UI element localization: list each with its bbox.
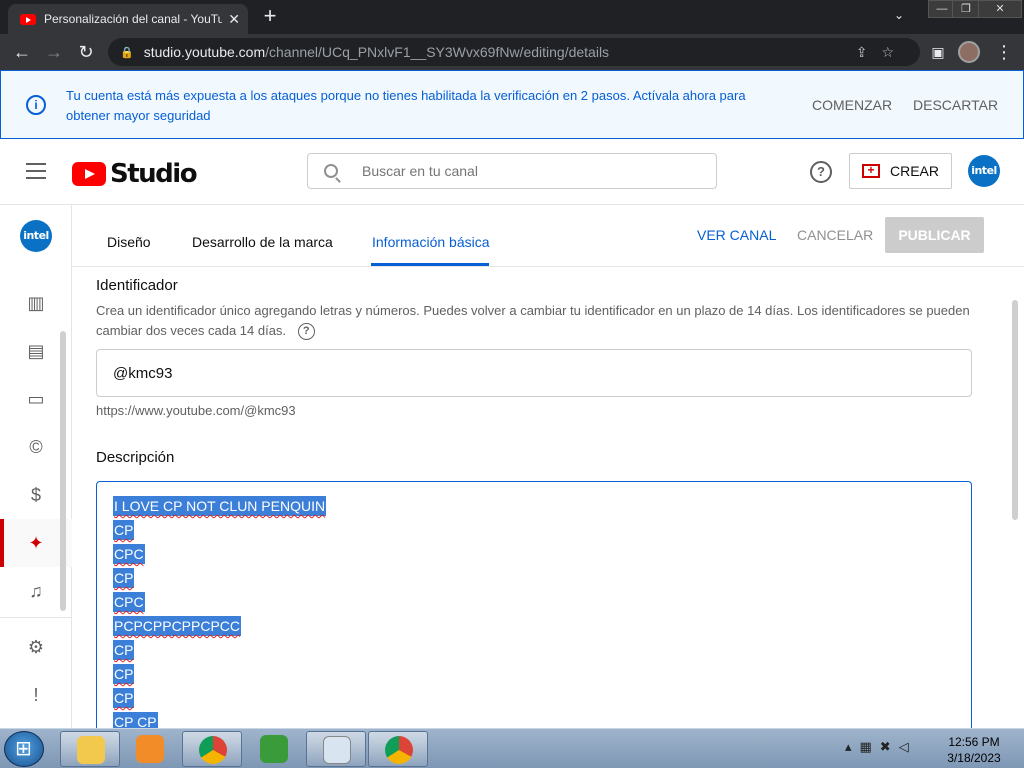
security-banner: i Tu cuenta está más expuesta a los ataq… [0,70,1024,139]
banner-message: Tu cuenta está más expuesta a los ataque… [66,88,746,123]
customization-wand-icon[interactable]: ✦ [22,529,50,557]
publish-button[interactable]: PUBLICAR [885,217,984,253]
forward-arrow-icon[interactable]: → [42,40,66,64]
search-icon [324,164,338,178]
system-tray-icons[interactable]: ▴▦✖◁ [845,739,917,755]
handle-input[interactable] [113,364,955,382]
dismiss-button[interactable]: DESCARTAR [913,97,998,113]
taskbar-media-player[interactable] [120,731,180,767]
description-line: CP CP [113,710,955,728]
share-and-bookmark-icons[interactable]: ⇪☆ [856,44,908,61]
taskbar-chrome-profile[interactable] [368,731,428,767]
tab-layout[interactable]: Diseño [107,234,151,250]
description-line: CP [113,664,135,684]
clock-time: 12:56 PM [948,735,1000,749]
start-button[interactable]: COMENZAR [812,97,892,113]
handle-title: Identificador [96,277,178,294]
search-bar[interactable] [307,153,717,189]
description-textarea[interactable]: I LOVE CP NOT CLUN PENQUIN CP CPC CP CPC… [96,481,972,728]
tab-close-icon[interactable]: ✕ [228,11,240,28]
basic-info-panel: Identificador Crea un identificador únic… [72,267,1024,728]
description-line: CP [113,568,135,588]
youtube-logo-icon [72,162,106,186]
chrome-icon [385,736,413,764]
help-question-icon[interactable]: ? [297,323,315,341]
new-tab-button[interactable]: + [258,4,282,28]
close-window-button[interactable]: ✕ [978,0,1022,18]
media-player-icon [136,735,164,763]
settings-gear-icon[interactable]: ⚙ [22,633,50,661]
csharp-icon [260,735,288,763]
create-video-icon: + [861,164,880,178]
info-icon: i [26,95,46,115]
url-host: studio.youtube.com [143,44,266,60]
feedback-icon[interactable]: ! [22,681,50,709]
kebab-menu-icon[interactable]: ⋮ [992,40,1016,64]
account-avatar[interactable]: intel [968,155,1000,187]
description-line: I LOVE CP NOT CLUN PENQUIN [113,496,327,516]
windows-taskbar: ▴▦✖◁ 12:56 PM 3/18/2023 [0,728,1024,768]
scissors-icon [323,736,351,764]
reload-icon[interactable]: ↻ [74,40,98,64]
audio-library-icon[interactable]: ♫ [22,577,50,605]
folder-icon [77,736,105,764]
customization-tabs: Diseño Desarrollo de la marca Informació… [72,205,1024,267]
handle-url: https://www.youtube.com/@kmc93 [96,403,296,418]
taskbar-snipping-tool[interactable] [306,731,366,767]
description-line: CP [113,520,135,540]
tab-branding[interactable]: Desarrollo de la marca [192,234,333,250]
browser-titlebar: Personalización del canal - YouTube Stud… [0,0,1024,34]
studio-logo[interactable]: Studio [72,159,198,189]
handle-description-text: Crea un identificador único agregando le… [96,303,970,338]
handle-description: Crea un identificador único agregando le… [96,301,976,341]
tab-basic-info[interactable]: Información básica [372,234,490,250]
copyright-icon[interactable]: © [22,433,50,461]
channel-avatar[interactable]: intel [20,220,52,252]
content-scrollbar[interactable] [1012,300,1018,520]
description-line: CP [113,640,135,660]
back-arrow-icon[interactable]: ← [10,40,34,64]
left-sidebar: intel ▥ ▤ ▭ © $ ✦ ♫ ⚙ ! [0,205,72,728]
help-icon[interactable]: ? [810,161,832,183]
tab-search-chevron-icon[interactable]: ⌄ [894,8,904,22]
url-path: /channel/UCq_PNxlvF1__SY3Wvx69fNw/editin… [265,44,610,60]
monetization-icon[interactable]: $ [22,481,50,509]
taskbar-csharp[interactable] [244,731,304,767]
comments-icon[interactable]: ▤ [22,337,50,365]
tab-title: Personalización del canal - YouTube Stud… [44,12,223,26]
taskbar-chrome[interactable] [182,731,242,767]
lock-icon[interactable]: 🔒 [120,46,134,59]
side-panel-icon[interactable]: ▣ [926,40,950,64]
clock-date: 3/18/2023 [947,751,1001,765]
youtube-favicon-icon [20,13,36,25]
handle-field[interactable] [96,349,972,397]
logo-text: Studio [110,159,198,189]
sidebar-scrollbar[interactable] [60,331,66,611]
search-input[interactable] [362,163,682,179]
sidebar-divider [0,617,72,618]
view-channel-button[interactable]: VER CANAL [697,227,776,243]
hamburger-menu-icon[interactable] [26,163,46,179]
system-clock[interactable]: 12:56 PM 3/18/2023 [938,734,1010,766]
description-line: CPC [113,544,145,564]
chrome-icon [199,736,227,764]
browser-toolbar: ← → ↻ 🔒 studio.youtube.com /channel/UCq_… [0,34,1024,70]
description-title: Descripción [96,449,175,466]
subtitles-icon[interactable]: ▭ [22,385,50,413]
description-line: CPC [113,592,145,612]
create-label: CREAR [889,163,939,179]
start-button[interactable] [4,731,44,767]
address-bar[interactable]: 🔒 studio.youtube.com /channel/UCq_PNxlvF… [108,38,920,66]
analytics-icon[interactable]: ▥ [22,289,50,317]
studio-header: Studio ? + CREAR intel [0,139,1024,205]
profile-avatar[interactable] [958,41,980,63]
create-button[interactable]: + CREAR [849,153,952,189]
taskbar-explorer[interactable] [60,731,120,767]
cancel-button[interactable]: CANCELAR [797,227,873,243]
restore-button[interactable]: ❐ [952,0,980,18]
description-line: CP [113,688,135,708]
active-tab-indicator [371,263,489,266]
description-line: PCPCPPCPPCPCC [113,616,242,636]
browser-tab[interactable]: Personalización del canal - YouTube Stud… [8,4,248,34]
